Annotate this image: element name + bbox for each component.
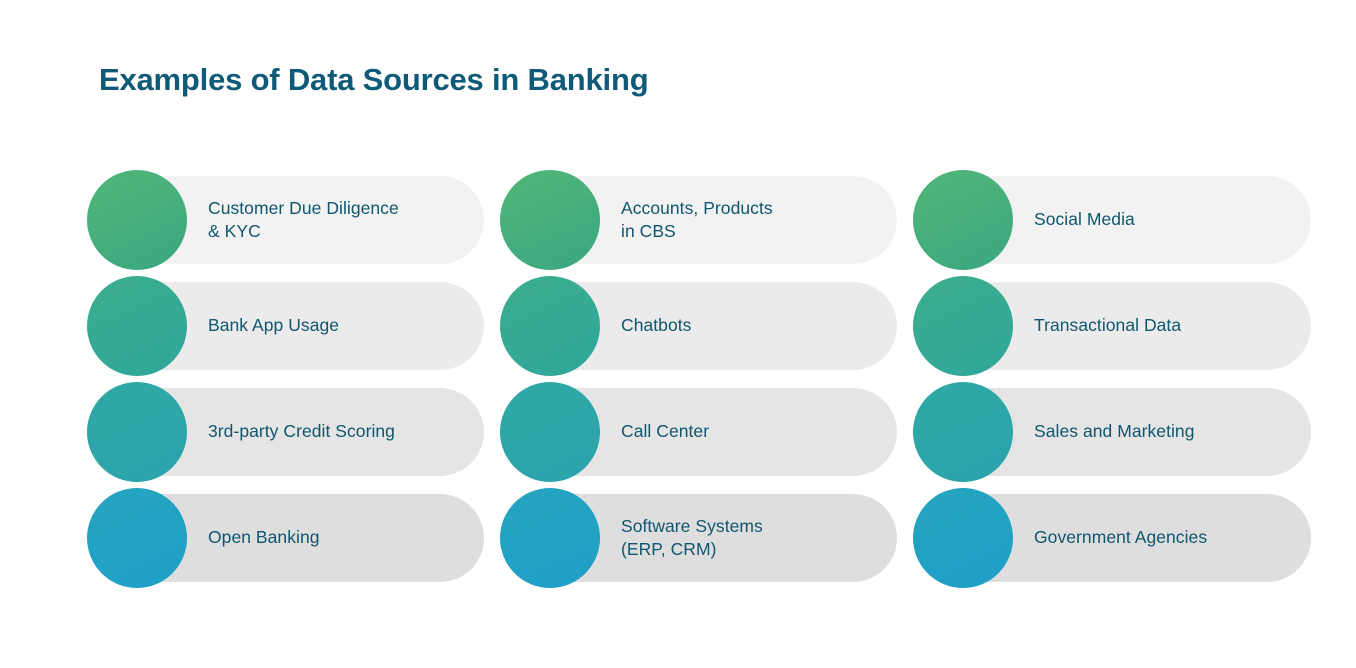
card-bullet-circle <box>87 170 187 270</box>
data-source-card[interactable]: Transactional Data <box>913 276 1311 376</box>
data-source-card[interactable]: Sales and Marketing <box>913 382 1311 482</box>
card-label: Transactional Data <box>1034 315 1182 336</box>
page-title: Examples of Data Sources in Banking <box>99 62 649 97</box>
card-label: Bank App Usage <box>208 315 340 336</box>
data-source-card[interactable]: 3rd-party Credit Scoring <box>87 382 484 482</box>
card-bullet-circle <box>913 170 1013 270</box>
data-source-card[interactable]: Government Agencies <box>913 488 1311 588</box>
card-label: Government Agencies <box>1034 527 1208 548</box>
card-bullet-circle <box>87 382 187 482</box>
card-label: Customer Due Diligence & KYC <box>208 197 399 241</box>
card-label: Sales and Marketing <box>1034 421 1195 442</box>
card-bullet-circle <box>913 276 1013 376</box>
card-bullet-circle <box>500 276 600 376</box>
data-source-card[interactable]: Open Banking <box>87 488 484 588</box>
data-source-card[interactable]: Customer Due Diligence & KYC <box>87 170 484 270</box>
data-source-card[interactable]: Social Media <box>913 170 1311 270</box>
card-bullet-circle <box>87 276 187 376</box>
card-label: Social Media <box>1034 209 1135 230</box>
data-source-card[interactable]: Bank App Usage <box>87 276 484 376</box>
card-bullet-circle <box>500 382 600 482</box>
card-bullet-circle <box>913 488 1013 588</box>
card-bullet-circle <box>87 488 187 588</box>
card-label: Software Systems (ERP, CRM) <box>621 515 763 559</box>
data-source-card[interactable]: Software Systems (ERP, CRM) <box>500 488 897 588</box>
data-source-card[interactable]: Chatbots <box>500 276 897 376</box>
card-bullet-circle <box>500 170 600 270</box>
card-bullet-circle <box>500 488 600 588</box>
infographic-page: Examples of Data Sources in Banking Cust… <box>0 0 1356 668</box>
data-source-card[interactable]: Accounts, Products in CBS <box>500 170 897 270</box>
data-source-card[interactable]: Call Center <box>500 382 897 482</box>
card-label: Chatbots <box>621 315 692 336</box>
card-bullet-circle <box>913 382 1013 482</box>
card-label: Accounts, Products in CBS <box>621 197 773 241</box>
card-label: Open Banking <box>208 527 320 548</box>
data-sources-grid: Customer Due Diligence & KYC Accounts, P… <box>87 170 1311 588</box>
card-label: 3rd-party Credit Scoring <box>208 421 395 442</box>
card-label: Call Center <box>621 421 710 442</box>
